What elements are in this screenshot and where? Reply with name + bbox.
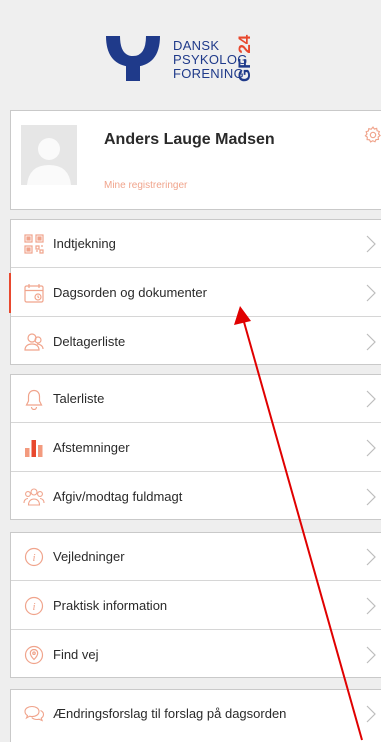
group-icon: [23, 488, 45, 506]
menu-item-label: Praktisk information: [53, 598, 168, 613]
calendar-icon: [24, 284, 44, 303]
menu-item-label: Ændringsforslag til forslag på dagsorden: [53, 706, 287, 721]
menu-group-2: Talerliste Afstemninger Afgiv/modtag ful…: [10, 374, 381, 520]
menu-group-1: Indtjekning Dagsorden og dokumenter Delt…: [9, 219, 381, 366]
svg-text:i: i: [32, 552, 35, 564]
menu-item-label: Find vej: [53, 647, 99, 662]
chevron-right-icon: [366, 548, 376, 566]
chevron-right-icon: [366, 488, 376, 506]
active-indicator: [9, 273, 11, 313]
menu-item-talerliste[interactable]: Talerliste: [11, 375, 381, 423]
avatar-placeholder-icon: [21, 125, 77, 185]
menu-item-fuldmagt[interactable]: Afgiv/modtag fuldmagt: [11, 473, 381, 521]
chevron-right-icon: [366, 235, 376, 253]
dpf-logo-icon: [106, 36, 160, 81]
menu-item-dagsorden[interactable]: Dagsorden og dokumenter: [9, 269, 381, 317]
chevron-right-icon: [366, 439, 376, 457]
menu-item-afstemninger[interactable]: Afstemninger: [11, 424, 381, 472]
people-icon: [24, 333, 44, 351]
menu-item-label: Deltagerliste: [53, 334, 126, 349]
location-pin-icon: [24, 645, 44, 665]
bar-chart-icon: [25, 440, 43, 457]
menu-item-label: Talerliste: [53, 391, 105, 406]
menu-item-vejledninger[interactable]: i Vejledninger: [11, 533, 381, 581]
menu-item-praktisk-information[interactable]: i Praktisk information: [11, 582, 381, 630]
profile-name: Anders Lauge Madsen: [104, 131, 275, 148]
menu-item-find-vej[interactable]: Find vej: [11, 631, 381, 679]
profile-card[interactable]: Anders Lauge Madsen Mine registreringer: [10, 110, 381, 210]
menu-item-aendringsforslag[interactable]: Ændringsforslag til forslag på dagsorden: [11, 690, 381, 738]
gf24-text: GF: [236, 58, 254, 82]
bell-icon: [25, 389, 43, 410]
menu-item-label: Afstemninger: [53, 440, 130, 455]
chevron-right-icon: [366, 390, 376, 408]
menu-group-4: Ændringsforslag til forslag på dagsorden: [10, 689, 381, 742]
menu-item-label: Vejledninger: [53, 549, 125, 564]
gf24-number: 24: [236, 34, 254, 53]
menu-item-deltagerliste[interactable]: Deltagerliste: [11, 318, 381, 366]
menu-item-label: Afgiv/modtag fuldmagt: [53, 489, 183, 504]
chevron-right-icon: [366, 705, 376, 723]
menu-item-indtjekning[interactable]: Indtjekning: [11, 220, 381, 268]
chevron-right-icon: [366, 284, 376, 302]
menu-item-label: Indtjekning: [53, 236, 116, 251]
gf24-badge: GF 24: [236, 34, 254, 82]
speech-bubbles-icon: [24, 705, 45, 722]
svg-text:GF 24: GF 24: [236, 34, 254, 82]
chevron-right-icon: [366, 646, 376, 664]
logo-header: DANSK PSYKOLOG FORENING GF 24: [0, 0, 381, 110]
gear-icon[interactable]: [363, 125, 381, 145]
svg-text:i: i: [32, 601, 35, 613]
my-registrations-link[interactable]: Mine registreringer: [104, 180, 187, 191]
avatar: [21, 125, 77, 185]
menu-group-3: i Vejledninger i Praktisk information Fi…: [10, 532, 381, 678]
info-icon: i: [24, 547, 44, 567]
chevron-right-icon: [366, 333, 376, 351]
menu-item-label: Dagsorden og dokumenter: [53, 285, 207, 300]
info-icon: i: [24, 596, 44, 616]
qr-code-icon: [24, 234, 44, 254]
chevron-right-icon: [366, 597, 376, 615]
